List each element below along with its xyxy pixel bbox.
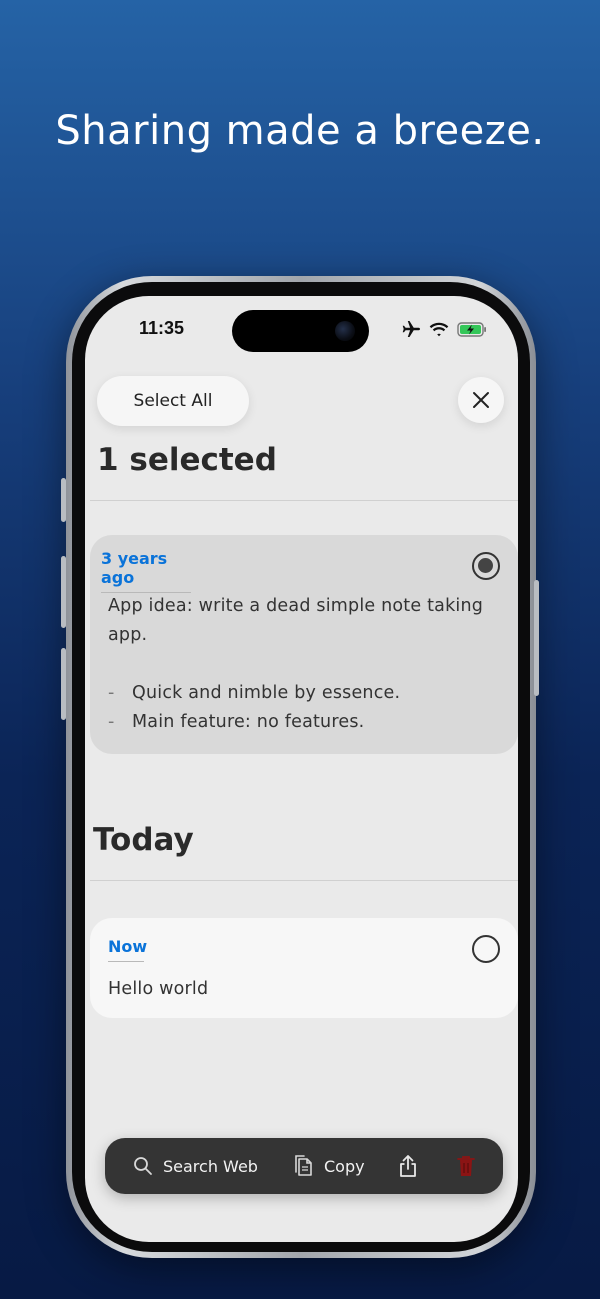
copy-button[interactable]: Copy [292,1138,365,1194]
copy-icon [295,1155,312,1176]
selection-count-title: 1 selected [97,442,277,478]
volume-down-button [61,648,66,720]
app-screen: 11:35 Select All 1 selected 3 years ago … [85,296,518,1242]
header-divider [90,500,518,501]
action-toolbar: Search Web Copy [105,1138,503,1194]
note-date: Now [108,937,147,962]
note-paragraph: App idea: write a dead simple note takin… [108,596,484,645]
camera-icon [335,321,355,341]
power-button [534,580,539,696]
action-button [61,478,66,522]
note-card[interactable]: Now Hello world [90,918,518,1018]
airplane-icon [401,320,421,342]
list-item: - Quick and nimble by essence. [108,683,401,703]
dynamic-island [232,310,369,352]
home-indicator [233,1220,371,1225]
delete-button[interactable] [456,1138,476,1194]
share-icon [400,1155,416,1177]
selection-radio-unchecked[interactable] [472,935,500,963]
volume-up-button [61,556,66,628]
section-title-today: Today [93,822,194,858]
search-web-label: Search Web [163,1156,258,1176]
select-all-button[interactable]: Select All [97,376,249,426]
selection-radio-checked[interactable] [472,552,500,580]
copy-label: Copy [324,1156,365,1176]
search-icon [134,1157,152,1175]
wifi-icon [429,322,449,341]
note-body: Hello world [108,979,209,999]
close-button[interactable] [458,377,504,423]
headline: Sharing made a breeze. [55,108,545,154]
note-card-selected[interactable]: 3 years ago App idea: write a dead simpl… [90,535,518,754]
status-time: 11:35 [139,318,185,338]
trash-icon [457,1156,475,1176]
note-date: 3 years ago [101,549,191,593]
battery-charging-icon [457,321,487,341]
note-body: App idea: write a dead simple note takin… [108,592,503,737]
share-button[interactable] [398,1138,418,1194]
close-icon [473,392,489,408]
list-item: - Main feature: no features. [108,712,365,732]
search-web-button[interactable]: Search Web [133,1138,258,1194]
section-divider [90,880,518,881]
status-icons [401,320,487,342]
